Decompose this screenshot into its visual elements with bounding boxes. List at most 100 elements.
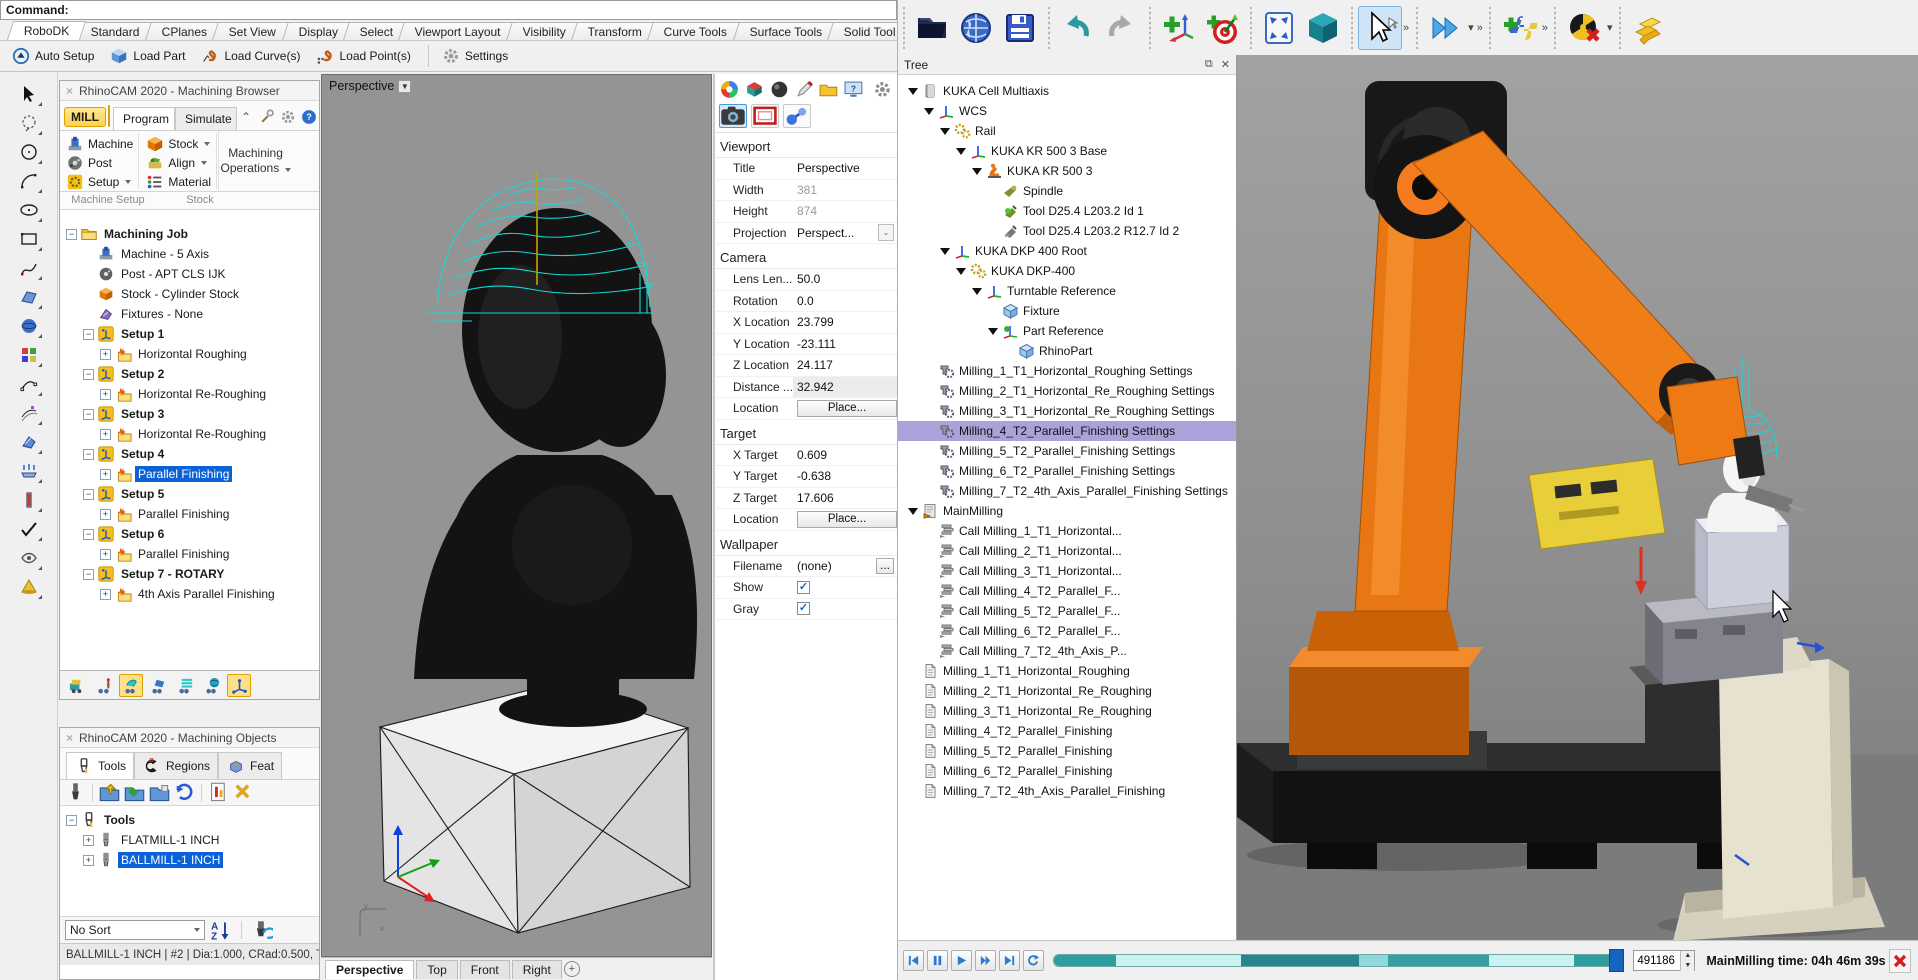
overflow-chevron-icon[interactable]: » bbox=[1542, 22, 1548, 34]
menu-tab-robodk[interactable]: RoboDK bbox=[7, 21, 87, 40]
molecule-icon[interactable] bbox=[783, 104, 811, 128]
colorwheel-icon[interactable] bbox=[719, 79, 740, 99]
expanded-triangle-icon[interactable] bbox=[972, 288, 982, 295]
toolbar-group-handle[interactable] bbox=[1147, 7, 1152, 49]
robodk-tree-item[interactable]: Tool D25.4 L203.2 R12.7 Id 2 bbox=[898, 221, 1236, 241]
browse-button[interactable]: ... bbox=[876, 558, 894, 574]
ffwd-icon[interactable] bbox=[1423, 6, 1467, 50]
polyline-tool-icon[interactable] bbox=[14, 254, 44, 282]
overflow-chevron-icon[interactable]: » bbox=[1403, 22, 1409, 34]
redo-icon[interactable] bbox=[1099, 6, 1143, 50]
utilities-icon[interactable] bbox=[258, 109, 276, 125]
machining-tree-item[interactable]: +Parallel Finishing bbox=[60, 504, 319, 524]
tool-saveas-icon[interactable] bbox=[148, 782, 171, 803]
property-value[interactable]: 874 bbox=[793, 204, 897, 218]
expand-icon[interactable]: + bbox=[100, 389, 111, 400]
close-icon[interactable]: ✕ bbox=[1221, 58, 1230, 71]
menu-tab-curve-tools[interactable]: Curve Tools bbox=[648, 22, 745, 40]
robodk-tree-item[interactable]: Milling_2_T1_Horizontal_Re_Roughing Sett… bbox=[898, 381, 1236, 401]
frame-value-input[interactable] bbox=[1634, 955, 1680, 967]
property-value[interactable]: 0.609 bbox=[793, 448, 897, 462]
toolbar-group-handle[interactable] bbox=[1349, 7, 1354, 49]
addpython-icon[interactable] bbox=[1497, 6, 1541, 50]
checkbox[interactable]: ✓ bbox=[797, 602, 810, 615]
property-value[interactable]: -0.638 bbox=[793, 469, 897, 483]
addframe-icon[interactable] bbox=[1156, 6, 1200, 50]
expanded-triangle-icon[interactable] bbox=[924, 108, 934, 115]
collapse-icon[interactable]: − bbox=[66, 815, 77, 826]
property-value[interactable]: Perspect...⌄ bbox=[793, 224, 897, 241]
collapse-icon[interactable]: − bbox=[83, 369, 94, 380]
load-point-s--button[interactable]: Load Point(s) bbox=[312, 45, 418, 67]
robodk-tree-item[interactable]: Call Milling_3_T1_Horizontal... bbox=[898, 561, 1236, 581]
toolbar-group-handle[interactable] bbox=[1046, 7, 1051, 49]
pipe-tool-icon[interactable] bbox=[14, 486, 44, 514]
overflow-chevron-icon[interactable]: ▾ » bbox=[1468, 21, 1483, 34]
property-value[interactable]: 17.606 bbox=[793, 491, 897, 505]
tab-regions[interactable]: Regions bbox=[134, 752, 218, 779]
toolbar-group-handle[interactable] bbox=[1617, 7, 1622, 49]
robodk-tree-item[interactable]: WCS bbox=[898, 101, 1236, 121]
expand-icon[interactable]: + bbox=[83, 835, 94, 846]
replay-icon[interactable] bbox=[1023, 950, 1044, 971]
collapse-icon[interactable]: − bbox=[66, 229, 77, 240]
tool-edit-icon[interactable] bbox=[250, 920, 273, 941]
expand-icon[interactable]: + bbox=[83, 855, 94, 866]
expand-icon[interactable]: + bbox=[100, 589, 111, 600]
expand-icon[interactable]: + bbox=[100, 349, 111, 360]
close-icon[interactable]: × bbox=[66, 731, 73, 745]
robodk-tree-item[interactable]: Call Milling_4_T2_Parallel_F... bbox=[898, 581, 1236, 601]
command-bar[interactable]: Command: bbox=[0, 0, 897, 20]
pointer-tool-icon[interactable] bbox=[14, 80, 44, 108]
machining-tree-item[interactable]: −Setup 7 - ROTARY bbox=[60, 564, 319, 584]
robodk-tree-item[interactable]: Tool D25.4 L203.2 Id 1 bbox=[898, 201, 1236, 221]
property-value[interactable]: 381 bbox=[793, 183, 897, 197]
robodk-tree-item[interactable]: KUKA Cell Multiaxis bbox=[898, 81, 1236, 101]
robodk-tree-item[interactable]: Fixture bbox=[898, 301, 1236, 321]
sim-material-icon[interactable] bbox=[146, 674, 170, 697]
hide-tool-icon[interactable] bbox=[14, 544, 44, 572]
preferences-gear-icon[interactable] bbox=[279, 109, 297, 125]
sphere-dark-icon[interactable] bbox=[769, 79, 790, 99]
menu-tab-transform[interactable]: Transform bbox=[571, 22, 659, 40]
robodk-3d-view[interactable] bbox=[1237, 55, 1918, 940]
chevron-down-icon[interactable]: ⌄ bbox=[878, 224, 894, 241]
patch-tool-icon[interactable] bbox=[14, 283, 44, 311]
save-icon[interactable] bbox=[998, 6, 1042, 50]
machining-3d-scene[interactable]: y x bbox=[322, 75, 712, 957]
machining-tree-item[interactable]: −Setup 5 bbox=[60, 484, 319, 504]
machining-tree-item[interactable]: +Horizontal Re-Roughing bbox=[60, 384, 319, 404]
expand-icon[interactable]: + bbox=[100, 509, 111, 520]
expand-icon[interactable]: + bbox=[100, 549, 111, 560]
robodk-tree-item[interactable]: Milling_1_T1_Horizontal_Roughing bbox=[898, 661, 1236, 681]
collapse-ribbon-icon[interactable]: ⌃ bbox=[237, 109, 255, 125]
folder-yellow-icon[interactable] bbox=[818, 79, 839, 99]
property-value[interactable]: 23.799 bbox=[793, 315, 897, 329]
tool-revert-icon[interactable] bbox=[173, 782, 196, 803]
cursor-icon[interactable] bbox=[1358, 6, 1402, 50]
robodk-tree-item[interactable]: Call Milling_6_T2_Parallel_F... bbox=[898, 621, 1236, 641]
machining-tree-item[interactable]: −Setup 3 bbox=[60, 404, 319, 424]
mill-module-button[interactable]: MILL bbox=[64, 107, 106, 127]
machining-tree-item[interactable]: Machine - 5 Axis bbox=[60, 244, 319, 264]
expanded-triangle-icon[interactable] bbox=[956, 268, 966, 275]
command-input[interactable] bbox=[69, 2, 896, 18]
machining-tree-item[interactable]: −Machining Job bbox=[60, 224, 319, 244]
tab-tools[interactable]: Tools bbox=[66, 752, 134, 779]
tab-simulate[interactable]: Simulate bbox=[175, 107, 237, 130]
close-icon[interactable]: × bbox=[66, 84, 73, 98]
sort-combobox[interactable]: No Sort bbox=[65, 920, 205, 940]
sim-stock-icon[interactable] bbox=[173, 674, 197, 697]
tab-feat[interactable]: Feat bbox=[218, 752, 282, 779]
screen-help-icon[interactable]: ? bbox=[843, 79, 864, 99]
property-value[interactable]: 24.117 bbox=[793, 358, 897, 372]
settings-button[interactable]: Settings bbox=[438, 45, 516, 67]
shade-tool-icon[interactable] bbox=[14, 428, 44, 456]
robodk-tree-item[interactable]: KUKA DKP-400 bbox=[898, 261, 1236, 281]
material-button[interactable]: Material bbox=[144, 172, 213, 191]
skipstart-icon[interactable] bbox=[903, 950, 924, 971]
menu-tab-standard[interactable]: Standard bbox=[74, 22, 157, 40]
machining-tree-item[interactable]: −Setup 6 bbox=[60, 524, 319, 544]
robodk-logo-icon[interactable] bbox=[1626, 6, 1670, 50]
perspective-viewport[interactable]: Perspective ▼ bbox=[321, 74, 712, 957]
